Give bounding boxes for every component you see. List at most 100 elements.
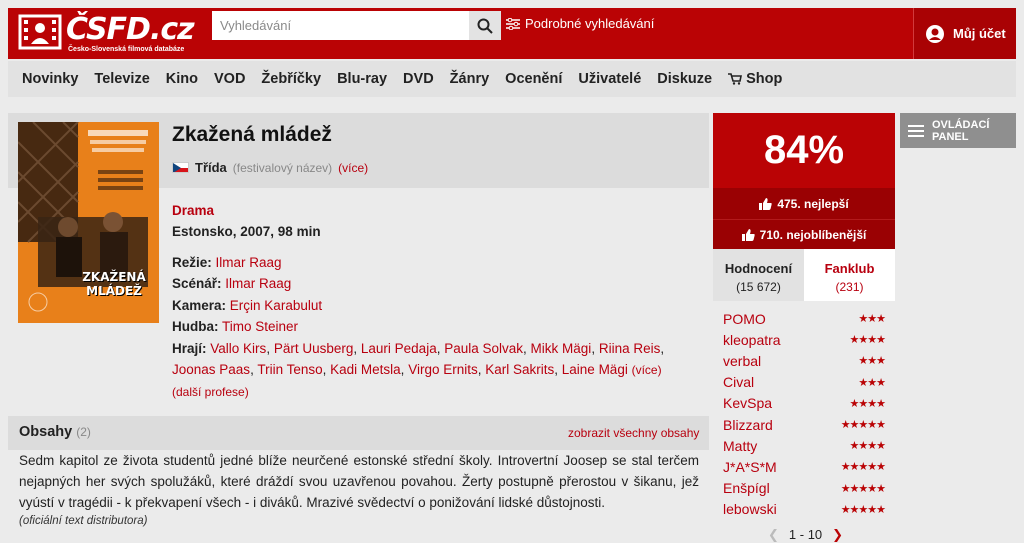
nav-item-shop[interactable]: Shop <box>728 71 798 87</box>
cast-link[interactable]: Mikk Mägi <box>531 341 592 356</box>
more-professions-link[interactable]: (další profese) <box>172 385 249 399</box>
list-item: kleopatra ★★★★ <box>723 329 886 350</box>
alt-title-note: (festivalový název) <box>232 160 333 175</box>
nav-item-zebricky[interactable]: Žebříčky <box>261 71 321 87</box>
rating-user-link[interactable]: Cival <box>723 374 754 390</box>
show-all-plots-link[interactable]: zobrazit všechny obsahy <box>568 426 699 440</box>
rating-stars: ★★★★★ <box>840 503 886 516</box>
writer-link[interactable]: Ilmar Raag <box>225 276 291 291</box>
film-poster[interactable]: ZKAŽENÁ MLÁDEŽ <box>18 122 159 323</box>
nav-item-zanry[interactable]: Žánry <box>450 71 490 87</box>
rating-user-link[interactable]: POMO <box>723 311 766 327</box>
cast-link[interactable]: Riina Reis <box>599 341 661 356</box>
rank-best-link[interactable]: 475. nejlepší <box>713 188 895 219</box>
control-panel-line2: PANEL <box>932 130 969 143</box>
cast-link[interactable]: Triin Tenso <box>257 362 322 377</box>
cast-link[interactable]: Vallo Kirs <box>210 341 266 356</box>
rating-stars: ★★★ <box>858 313 886 326</box>
rating-stars: ★★★★★ <box>840 419 886 432</box>
logo-text: ČSFD.cz <box>66 12 195 47</box>
nav-item-bluray[interactable]: Blu-ray <box>337 71 387 87</box>
rating-user-link[interactable]: Matty <box>723 438 757 454</box>
nav-item-uzivatele[interactable]: Uživatelé <box>578 71 641 87</box>
pager-range: 1 - 10 <box>788 527 823 542</box>
tab-ratings[interactable]: Hodnocení (15 672) <box>713 249 804 301</box>
list-item: POMO ★★★ <box>723 308 886 329</box>
nav-item-oceneni[interactable]: Ocenění <box>505 71 562 87</box>
nav-item-televize[interactable]: Televize <box>94 71 149 87</box>
cast-link[interactable]: Joonas Paas <box>172 362 250 377</box>
account-button[interactable]: Můj účet <box>913 8 1016 59</box>
alt-title-more-link[interactable]: (více) <box>338 161 368 175</box>
cast-link[interactable]: Pärt Uusberg <box>274 341 354 356</box>
sliders-icon <box>506 17 520 30</box>
main-nav: Novinky Televize Kino VOD Žebříčky Blu-r… <box>8 61 1016 97</box>
film-origin: Estonsko, 2007, 98 min <box>172 224 321 239</box>
film-strip-icon <box>18 14 62 50</box>
pager-prev-icon[interactable]: ❮ <box>768 527 779 543</box>
cast-link[interactable]: Laine Mägi <box>562 362 628 377</box>
tab-fanclub[interactable]: Fanklub (231) <box>804 249 895 301</box>
cast-more-link[interactable]: (více) <box>632 363 662 377</box>
director-link[interactable]: Ilmar Raag <box>216 255 282 270</box>
user-icon <box>926 24 944 43</box>
film-creators: Režie: Ilmar Raag Scénář: Ilmar Raag Kam… <box>172 252 692 404</box>
search-input[interactable] <box>212 11 470 40</box>
tab-ratings-count: (15 672) <box>736 280 781 294</box>
thumbs-up-icon <box>759 197 772 210</box>
rating-stars: ★★★★ <box>849 397 886 410</box>
rating-user-link[interactable]: Enšpígl <box>723 480 770 496</box>
rating-user-link[interactable]: Blizzard <box>723 417 773 433</box>
film-title: Zkažená mládež <box>172 123 332 146</box>
menu-icon <box>908 124 924 137</box>
plot-source: (oficiální text distributora) <box>19 515 148 527</box>
ratings-pager: ❮ 1 - 10 ❯ <box>768 527 843 543</box>
cast-link[interactable]: Virgo Ernits <box>408 362 478 377</box>
nav-item-dvd[interactable]: DVD <box>403 71 434 87</box>
writer-label: Scénář: <box>172 276 222 292</box>
pager-next-icon[interactable]: ❯ <box>832 527 843 543</box>
list-item: Matty ★★★★ <box>723 435 886 456</box>
rating-stars: ★★★★ <box>849 440 886 453</box>
music-link[interactable]: Timo Steiner <box>222 319 298 334</box>
film-genre[interactable]: Drama <box>172 203 214 218</box>
nav-item-diskuze[interactable]: Diskuze <box>657 71 712 87</box>
rating-user-link[interactable]: verbal <box>723 353 761 369</box>
advanced-search-link[interactable]: Podrobné vyhledávání <box>506 16 654 31</box>
plot-count: (2) <box>76 425 91 439</box>
rating-stars: ★★★★★ <box>840 461 886 474</box>
rating-user-link[interactable]: lebowski <box>723 501 777 517</box>
rating-stars: ★★★★★ <box>840 482 886 495</box>
cart-icon <box>728 73 743 85</box>
rank-favorite-link[interactable]: 710. nejoblíbenější <box>713 219 895 249</box>
nav-item-kino[interactable]: Kino <box>166 71 198 87</box>
search-icon <box>477 18 493 34</box>
poster-title-line1: ZKAŽENÁ <box>82 270 146 284</box>
nav-shop-label: Shop <box>746 71 783 87</box>
rating-user-link[interactable]: J*A*S*M <box>723 459 777 475</box>
list-item: lebowski ★★★★★ <box>723 499 886 520</box>
search-button[interactable] <box>469 11 501 40</box>
control-panel-button[interactable]: OVLÁDACÍ PANEL <box>900 113 1016 148</box>
cast-link[interactable]: Lauri Pedaja <box>361 341 437 356</box>
rank-favorite-label: 710. nejoblíbenější <box>759 227 867 242</box>
cast-link[interactable]: Paula Solvak <box>444 341 523 356</box>
cast-row: Hrají: Vallo Kirs, Pärt Uusberg, Lauri P… <box>172 340 665 378</box>
rating-user-link[interactable]: KevSpa <box>723 395 772 411</box>
control-panel-line1: OVLÁDACÍ <box>932 118 990 131</box>
site-logo[interactable]: ČSFD.cz Česko-Slovenská filmová databáze <box>18 12 195 54</box>
rating-stars: ★★★ <box>858 355 886 368</box>
cast-link[interactable]: Kadi Metsla <box>330 362 401 377</box>
writer-row: Scénář: Ilmar Raag <box>172 273 692 294</box>
nav-item-vod[interactable]: VOD <box>214 71 245 87</box>
user-ratings-list: POMO ★★★ kleopatra ★★★★ verbal ★★★ Cival ★★★… <box>713 301 895 539</box>
plot-title: Obsahy (2) <box>19 424 91 440</box>
list-item: Blizzard ★★★★★ <box>723 414 886 435</box>
rank-best-label: 475. nejlepší <box>777 196 849 211</box>
camera-link[interactable]: Erçin Karabulut <box>230 298 322 313</box>
list-item: KevSpa ★★★★ <box>723 393 886 414</box>
cast-link[interactable]: Karl Sakrits <box>485 362 554 377</box>
account-divider <box>913 8 914 59</box>
rating-user-link[interactable]: kleopatra <box>723 332 781 348</box>
nav-item-novinky[interactable]: Novinky <box>22 71 78 87</box>
